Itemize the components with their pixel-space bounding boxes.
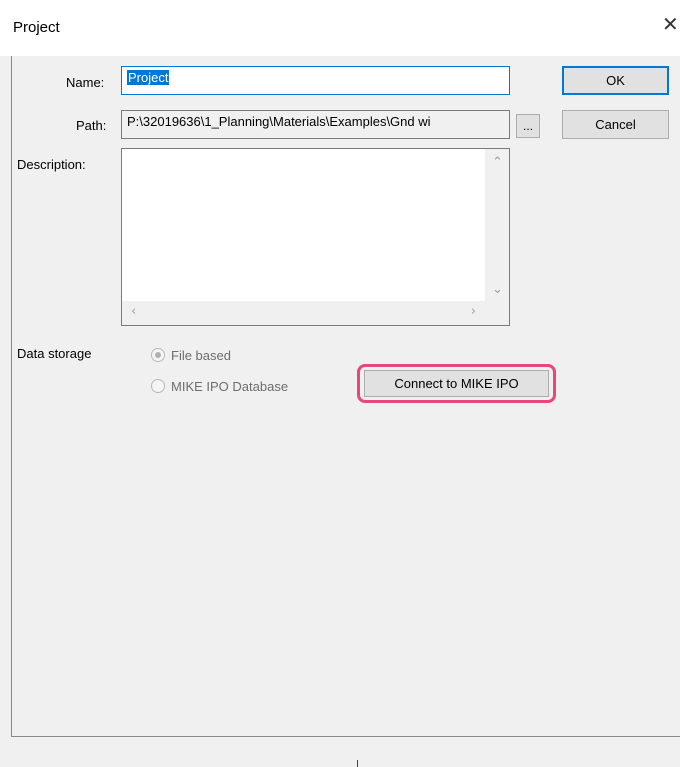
scroll-left-icon[interactable]: ‹: [131, 304, 136, 319]
connect-to-mike-ipo-button[interactable]: Connect to MIKE IPO: [364, 370, 549, 397]
radio-mike-ipo-database[interactable]: MIKE IPO Database: [151, 376, 288, 396]
path-label: Path:: [76, 118, 107, 133]
browse-button[interactable]: ...: [516, 114, 540, 138]
name-input[interactable]: Project: [121, 66, 510, 95]
horizontal-scrollbar[interactable]: ‹ ›: [122, 301, 485, 325]
close-icon[interactable]: ✕: [662, 14, 679, 34]
name-input-value: Project: [127, 70, 170, 85]
radio-file-based[interactable]: File based: [151, 345, 231, 365]
data-storage-label: Data storage: [17, 346, 92, 361]
description-textarea[interactable]: ⌃ ⌄ ‹ ›: [121, 148, 510, 326]
scrollbar-corner: [485, 301, 509, 325]
cancel-button[interactable]: Cancel: [562, 110, 669, 139]
description-label: Description:: [17, 157, 86, 172]
scroll-up-icon[interactable]: ⌃: [492, 155, 503, 170]
path-input[interactable]: P:\32019636\1_Planning\Materials\Example…: [121, 110, 510, 139]
radio-mike-ipo-database-label: MIKE IPO Database: [171, 378, 289, 394]
dialog-title: Project: [13, 19, 60, 36]
project-dialog: Project ✕ Name: Project Path: P:\3201963…: [0, 0, 680, 767]
radio-file-based-indicator[interactable]: [151, 348, 165, 362]
dialog-bottom-border: [11, 736, 680, 737]
vertical-scrollbar[interactable]: ⌃ ⌄: [485, 149, 509, 301]
radio-file-based-label: File based: [171, 347, 231, 363]
title-bar: Project ✕: [0, 0, 680, 56]
scroll-down-icon[interactable]: ⌄: [492, 282, 503, 297]
dialog-left-border: [11, 56, 12, 737]
scroll-right-icon[interactable]: ›: [471, 304, 476, 319]
name-label: Name:: [66, 75, 105, 90]
radio-mike-ipo-database-indicator[interactable]: [151, 379, 165, 393]
divider-tick: [357, 760, 358, 767]
ok-button[interactable]: OK: [562, 66, 669, 95]
path-input-value: P:\32019636\1_Planning\Materials\Example…: [127, 114, 431, 129]
